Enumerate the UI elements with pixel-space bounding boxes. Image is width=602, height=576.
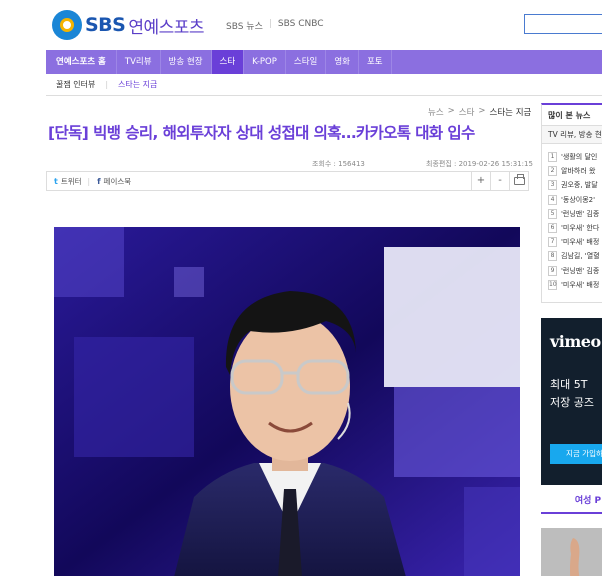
sidebar-tab-women[interactable]: 여성 P [541, 490, 602, 514]
share-facebook-label: 페이스북 [103, 176, 132, 186]
breadcrumb-separator: > [447, 106, 455, 116]
search-input[interactable] [524, 14, 602, 34]
print-icon [513, 174, 525, 185]
nav-item-movie[interactable]: 영화 [326, 50, 359, 74]
most-read-title: 많이 본 뉴스 [548, 111, 591, 120]
breadcrumb-star[interactable]: 스타 [459, 106, 475, 118]
rank-number: 8 [548, 251, 557, 262]
site-title: 연예스포츠 [128, 17, 205, 38]
most-read-box: 많이 본 뉴스 TV 리뷰, 방송 현 1 '생활의 달인 2 알바하러 왔 3 권오… [541, 103, 602, 303]
rank-title: 김남길, '열혈 [561, 252, 600, 261]
breadcrumb-star-now[interactable]: 스타는 지금 [490, 106, 532, 118]
share-twitter-label: 트위터 [60, 176, 82, 186]
divider: | [268, 19, 272, 29]
vimeo-ad[interactable]: vimeo 최대 5T 저장 공즈 지금 가입하 [541, 318, 602, 485]
rank-number: 7 [548, 237, 557, 248]
nav-item-tv-review[interactable]: TV리뷰 [117, 50, 161, 74]
rank-title: '미우새' 배정 [561, 238, 600, 247]
breadcrumb-separator: > [478, 106, 486, 116]
most-read-tab[interactable]: TV 리뷰, 방송 현 [542, 125, 602, 144]
share-bar: t 트위터 | f 페이스북 + - [46, 171, 529, 191]
print-button[interactable] [509, 172, 528, 190]
share-twitter-button[interactable]: t 트위터 [47, 176, 82, 187]
rank-title: 알바하러 왔 [561, 167, 596, 176]
subnav-item-interview[interactable]: 꿀잼 인터뷰 [46, 79, 105, 90]
photo-illustration [54, 227, 520, 576]
main-nav: 연예스포츠 홈 TV리뷰 방송 현장 스타 K-POP 스타일 영화 포토 [46, 50, 602, 74]
top-link-sbs-cnbc[interactable]: SBS CNBC [278, 19, 324, 32]
view-count: 조회수 : 156413 [312, 160, 365, 168]
list-item[interactable]: 3 권오중, 발달 [548, 178, 602, 192]
article-photo [54, 227, 520, 576]
sbs-logo-icon [52, 10, 82, 40]
nav-item-photo[interactable]: 포토 [359, 50, 392, 74]
list-item[interactable]: 10 '미우새' 배정 [548, 278, 602, 292]
nav-item-home[interactable]: 연예스포츠 홈 [46, 50, 117, 74]
thumbnail-image [541, 528, 602, 576]
list-item[interactable]: 7 '미우새' 배정 [548, 235, 602, 249]
rank-number: 10 [548, 279, 557, 290]
article-headline: [단독] 빅뱅 승리, 해외투자자 상대 성접대 의혹…카카오톡 대화 입수 [48, 124, 475, 142]
rank-number: 6 [548, 223, 557, 234]
twitter-icon: t [54, 176, 58, 186]
rank-number: 1 [548, 152, 557, 163]
list-item[interactable]: 5 '런닝맨' 김종 [548, 207, 602, 221]
list-item[interactable]: 1 '생활의 달인 [548, 150, 602, 164]
font-size-down-button[interactable]: - [490, 172, 509, 190]
vimeo-logo: vimeo [550, 332, 601, 351]
facebook-icon: f [97, 176, 101, 186]
top-link-sbs-news[interactable]: SBS 뉴스 [226, 19, 263, 32]
rank-number: 4 [548, 194, 557, 205]
breadcrumb-news[interactable]: 뉴스 [428, 106, 444, 118]
nav-item-star[interactable]: 스타 [211, 50, 245, 74]
list-item[interactable]: 4 '동상이몽2' [548, 193, 602, 207]
page: SBS 연예스포츠 SBS 뉴스 | SBS CNBC 연예스포츠 홈 TV리뷰… [0, 0, 602, 576]
updated-time: 최종편집 : 2019-02-26 15:31:15 [426, 160, 533, 168]
nav-item-kpop[interactable]: K-POP [244, 50, 286, 74]
site-logo[interactable]: SBS 연예스포츠 [52, 8, 205, 42]
top-links: SBS 뉴스 | SBS CNBC [226, 19, 324, 32]
rank-number: 9 [548, 265, 557, 276]
nav-item-broadcast-scene[interactable]: 방송 현장 [161, 50, 212, 74]
sub-nav: 꿀잼 인터뷰 | 스타는 지금 [46, 74, 602, 96]
rank-title: '런닝맨' 김종 [561, 266, 600, 275]
list-item[interactable]: 8 김남길, '열혈 [548, 249, 602, 263]
ad-signup-button[interactable]: 지금 가입하 [550, 444, 602, 464]
rank-title: 권오중, 발달 [561, 181, 598, 190]
text-tools: + - [471, 172, 528, 190]
ad-text-line-1: 최대 5T [550, 378, 588, 391]
sidebar-thumbnail[interactable] [541, 528, 602, 576]
rank-number: 2 [548, 166, 557, 177]
logo-text: SBS [85, 14, 126, 36]
list-item[interactable]: 9 '런닝맨' 김종 [548, 264, 602, 278]
ad-text-line-2: 저장 공즈 [550, 396, 594, 409]
list-item[interactable]: 6 '미우새' 한다 [548, 221, 602, 235]
most-read-list: 1 '생활의 달인 2 알바하러 왔 3 권오중, 발달 4 '동상이몽2' 5 '런닝맨… [542, 144, 602, 292]
share-facebook-button[interactable]: f 페이스북 [90, 176, 131, 187]
rank-number: 5 [548, 208, 557, 219]
breadcrumb: 뉴스 > 스타 > 스타는 지금 [428, 106, 531, 118]
rank-number: 3 [548, 180, 557, 191]
rank-title: '생활의 달인 [561, 153, 598, 162]
list-item[interactable]: 2 알바하러 왔 [548, 164, 602, 178]
rank-title: '동상이몽2' [561, 195, 596, 204]
subnav-item-star-now[interactable]: 스타는 지금 [108, 79, 167, 90]
rank-title: '런닝맨' 김종 [561, 209, 600, 218]
nav-item-style[interactable]: 스타일 [286, 50, 327, 74]
font-size-up-button[interactable]: + [471, 172, 490, 190]
rank-title: '미우새' 배정 [561, 280, 600, 289]
rank-title: '미우새' 한다 [561, 224, 600, 233]
